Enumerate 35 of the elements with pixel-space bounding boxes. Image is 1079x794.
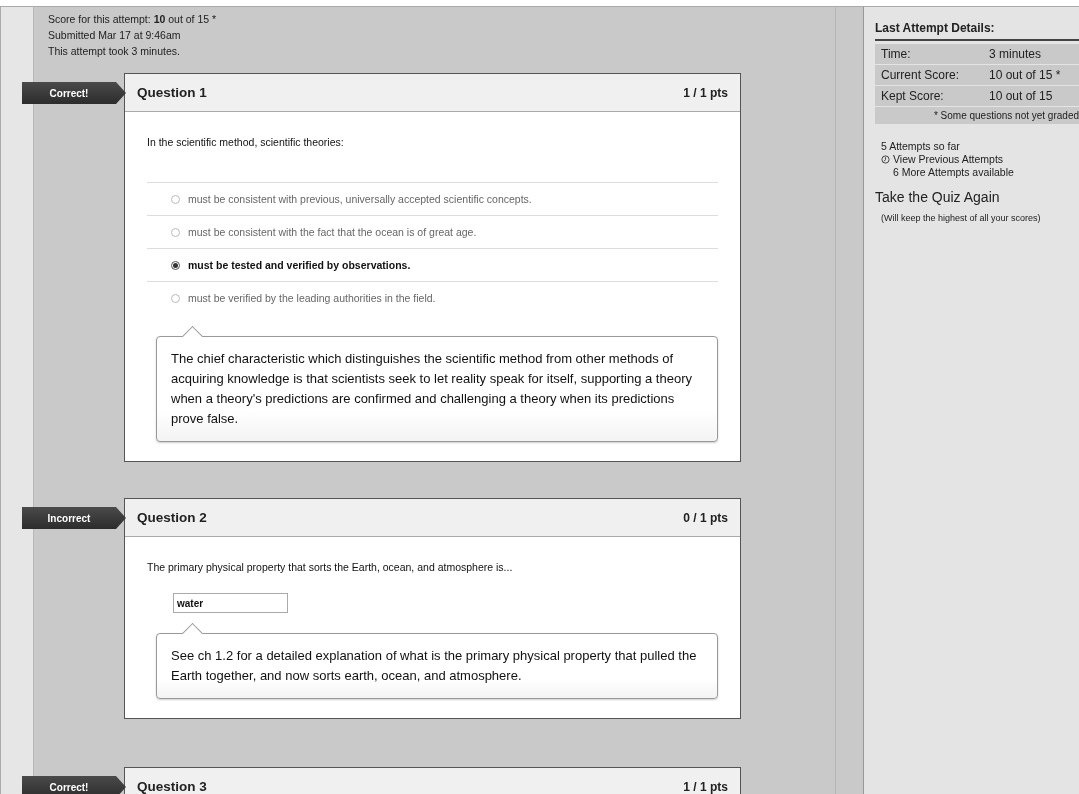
details-title: Last Attempt Details: [875, 21, 1079, 41]
detail-value: 10 out of 15 * [989, 68, 1062, 82]
footnote-text: * Some questions not yet graded [932, 109, 1079, 123]
question-title: Question 2 [137, 510, 207, 525]
detail-label: Current Score: [881, 68, 961, 82]
detail-label: Time: [881, 47, 912, 61]
detail-value: 10 out of 15 [989, 89, 1054, 103]
answer-option: must be consistent with previous, universally accepted scientific concepts. [188, 193, 532, 205]
detail-label: Kept Score: [881, 89, 945, 103]
submitted-text: Submitted Mar 17 at 9:46am [48, 28, 182, 43]
question-title: Question 3 [137, 779, 207, 794]
view-previous-link[interactable]: View Previous Attempts [893, 153, 1004, 166]
retake-note: (Will keep the highest of all your scores) [881, 213, 1042, 223]
result-badge: Correct! [22, 776, 126, 794]
more-attempts-text: 6 More Attempts available [893, 166, 1015, 179]
answer-option: must be consistent with the fact that the ocean is of great age. [188, 226, 477, 238]
answer-option: must be verified by the leading authorities in the field. [188, 292, 436, 304]
points-label: 1 / 1 pts [683, 779, 728, 794]
duration-text: This attempt took 3 minutes. [48, 44, 181, 59]
points-label: 1 / 1 pts [683, 85, 728, 100]
attempts-count: 5 Attempts so far [881, 140, 961, 153]
answer-option: must be tested and verified by observations. [188, 259, 411, 271]
retake-link[interactable]: Take the Quiz Again [875, 189, 1079, 205]
feedback-comment: See ch 1.2 for a detailed explanation of what is the primary physical property that pulled the Earth together, and now sorts earth, ocean, and atmosphere. [155, 624, 719, 702]
score-text: Score for this attempt: 10 out of 15 * [48, 12, 218, 27]
question-text: The primary physical property that sorts the Earth, ocean, and atmosphere is... [147, 561, 514, 573]
points-label: 0 / 1 pts [683, 510, 728, 525]
result-badge: Incorrect [22, 507, 126, 529]
question-text: In the scientific method, scientific theories: [147, 136, 345, 148]
question-title: Question 1 [137, 85, 207, 100]
result-badge: Correct! [22, 82, 126, 104]
history-icon [881, 155, 890, 164]
detail-value: 3 minutes [989, 47, 1043, 61]
feedback-comment: The chief characteristic which distinguishes the scientific method from other methods of acquiring knowledge is that scientists seek to let reality speak for itself, supporting a theory when a theory's predictions are confirmed and challenging a theory when its predictions prove false. [155, 327, 719, 445]
answer-field[interactable]: water [173, 593, 288, 613]
